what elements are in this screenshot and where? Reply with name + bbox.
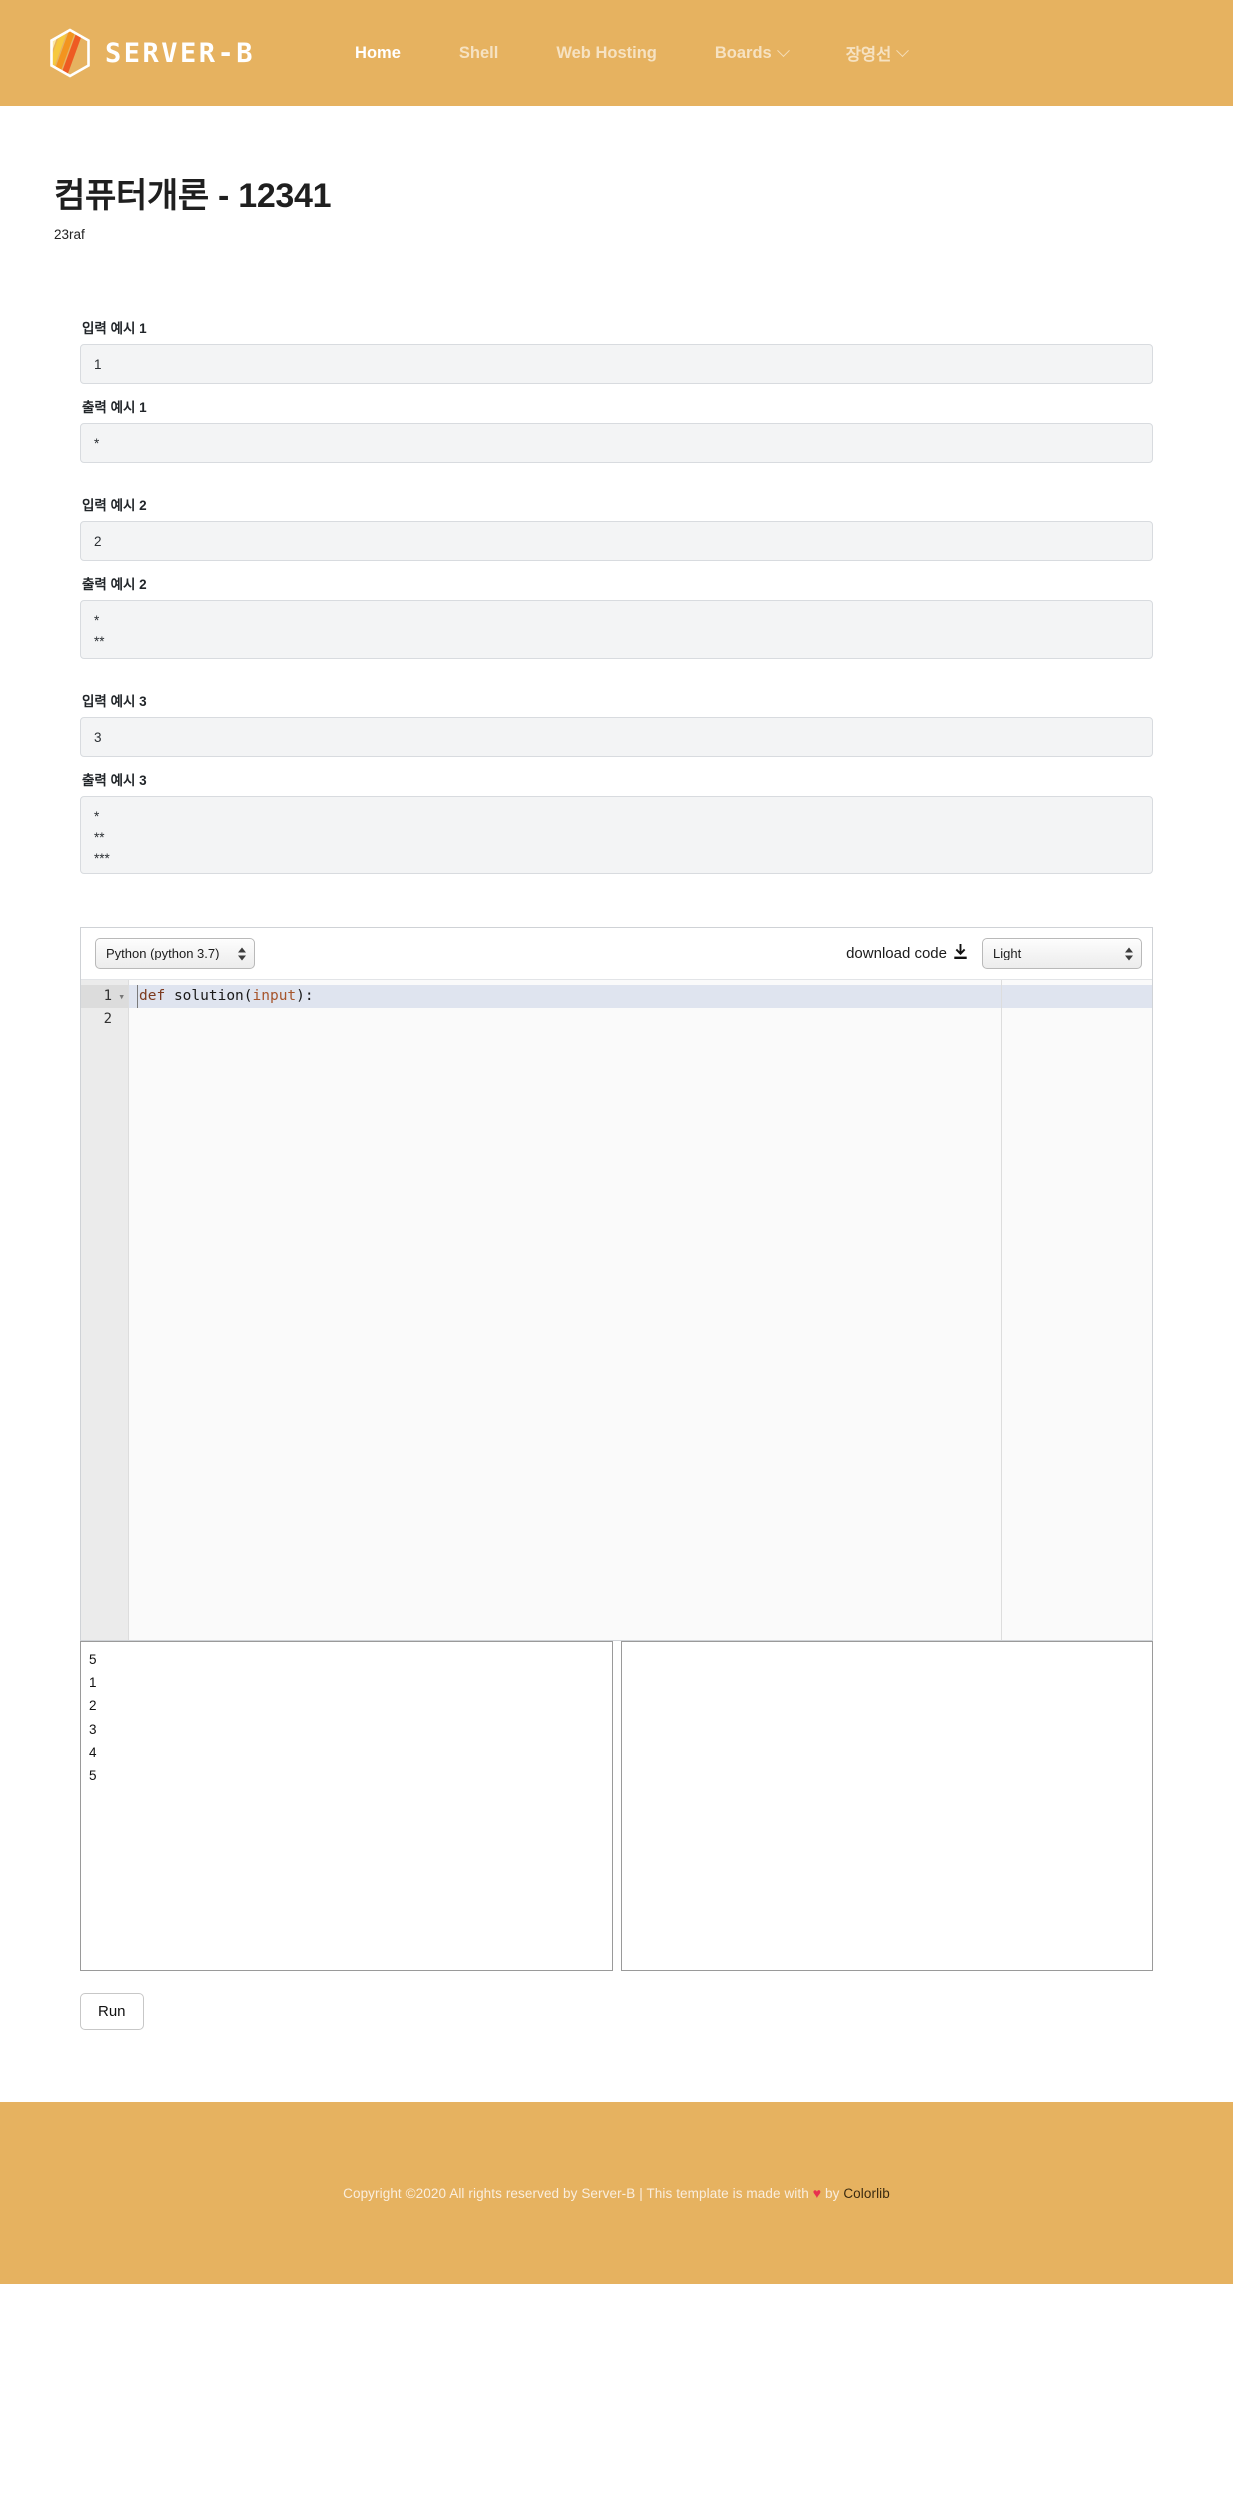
run-button[interactable]: Run [80, 1993, 144, 2030]
brand-name: SERVER-B [105, 37, 256, 69]
page-subtitle: 23raf [54, 227, 85, 242]
output-example-2-label: 출력 예시 2 [82, 577, 147, 592]
input-example-3-label: 입력 예시 3 [82, 694, 147, 709]
nav-item-shell[interactable]: Shell [459, 36, 498, 71]
code-line-1[interactable]: def solution(input): [129, 985, 1152, 1008]
chevron-down-icon [776, 43, 790, 57]
gutter-line-1-number: 1 [103, 988, 112, 1004]
toolbar-right-group: download code Light [846, 938, 1142, 969]
main-content: 컴퓨터개론 - 12341 23raf 입력 예시 1 출력 예시 1 입력 예… [0, 106, 1233, 2102]
download-code-button[interactable]: download code [846, 943, 968, 964]
footer-by-text: by [821, 2186, 844, 2201]
code-line-2[interactable] [129, 1008, 1152, 1031]
code-token-keyword: def [139, 988, 166, 1004]
content-container: 컴퓨터개론 - 12341 23raf 입력 예시 1 출력 예시 1 입력 예… [54, 106, 1179, 2030]
fold-toggle-icon[interactable]: ▾ [118, 985, 125, 1008]
theme-select-wrap: Light [982, 938, 1142, 969]
nav-item-user-label: 장영선 [845, 46, 892, 64]
title-block: 컴퓨터개론 - 12341 23raf [54, 106, 1179, 242]
code-token-close-paren: ) [296, 988, 305, 1004]
input-example-1-box[interactable] [80, 344, 1153, 384]
io-panels-row [80, 1641, 1153, 1971]
brand-logo-link[interactable]: SERVER-B [48, 28, 255, 78]
page-title: 컴퓨터개론 - 12341 [54, 177, 332, 215]
download-code-label: download code [846, 945, 947, 962]
editor-gutter: 1 ▾ 2 [81, 980, 129, 1640]
site-header: SERVER-B Home Shell Web Hosting Boards 장… [0, 0, 1233, 106]
stdin-textarea[interactable] [80, 1641, 613, 1971]
bottom-spacer [0, 2030, 1233, 2102]
gutter-line-1: 1 ▾ [81, 985, 128, 1008]
main-nav: Home Shell Web Hosting Boards 장영선 [355, 33, 910, 73]
output-example-3-box[interactable] [80, 796, 1153, 874]
code-token-parameter: input [252, 988, 297, 1004]
theme-select[interactable]: Light [982, 938, 1142, 969]
nav-item-web-hosting-label: Web Hosting [556, 43, 657, 62]
editor-toolbar: Python (python 3.7) download code Light [81, 928, 1152, 980]
code-editor-area[interactable]: 1 ▾ 2 def solution(input): [81, 980, 1152, 1640]
example-group-2: 입력 예시 2 출력 예시 2 [80, 494, 1153, 659]
download-icon [953, 943, 968, 964]
examples-section: 입력 예시 1 출력 예시 1 입력 예시 2 출력 예시 2 입력 예시 3 … [54, 317, 1179, 874]
stdout-textarea[interactable] [620, 1641, 1153, 1971]
input-example-1-label: 입력 예시 1 [82, 321, 147, 336]
code-pane[interactable]: def solution(input): [129, 980, 1152, 1640]
example-group-3: 입력 예시 3 출력 예시 3 [80, 690, 1153, 874]
hexagon-stripes-logo-icon [48, 28, 92, 78]
heart-icon: ♥ [812, 2185, 822, 2201]
code-token-colon: : [304, 988, 314, 1004]
nav-item-boards-label: Boards [714, 43, 772, 62]
output-example-1-box[interactable] [80, 423, 1153, 463]
nav-item-boards[interactable]: Boards [714, 36, 790, 71]
code-editor-card: Python (python 3.7) download code Light … [80, 927, 1153, 1641]
chevron-down-icon [896, 43, 910, 57]
text-cursor [137, 985, 138, 1008]
nav-item-user-menu[interactable]: 장영선 [845, 33, 910, 73]
input-example-2-box[interactable] [80, 521, 1153, 561]
gutter-line-2: 2 [81, 1008, 128, 1031]
run-row: Run [80, 1993, 1153, 2030]
footer-copyright: Copyright ©2020 All rights reserved by S… [343, 2185, 890, 2201]
site-footer: Copyright ©2020 All rights reserved by S… [0, 2102, 1233, 2284]
footer-colorlib-link[interactable]: Colorlib [843, 2186, 890, 2201]
nav-item-web-hosting[interactable]: Web Hosting [556, 36, 657, 71]
nav-item-shell-label: Shell [458, 43, 499, 62]
print-margin-line [1001, 980, 1002, 1640]
nav-item-home-label: Home [355, 43, 401, 62]
input-example-3-box[interactable] [80, 717, 1153, 757]
language-select[interactable]: Python (python 3.7) [95, 938, 255, 969]
footer-copyright-text: Copyright ©2020 All rights reserved by S… [343, 2186, 813, 2201]
output-example-3-label: 출력 예시 3 [82, 773, 147, 788]
example-group-1: 입력 예시 1 출력 예시 1 [80, 317, 1153, 463]
nav-item-home[interactable]: Home [355, 36, 401, 71]
gutter-line-2-number: 2 [103, 1011, 112, 1027]
output-example-2-box[interactable] [80, 600, 1153, 659]
code-token-open-paren: ( [243, 988, 253, 1004]
input-example-2-label: 입력 예시 2 [82, 498, 147, 513]
language-select-wrap: Python (python 3.7) [95, 938, 255, 969]
code-token-function: solution [173, 988, 244, 1004]
output-example-1-label: 출력 예시 1 [82, 400, 147, 415]
